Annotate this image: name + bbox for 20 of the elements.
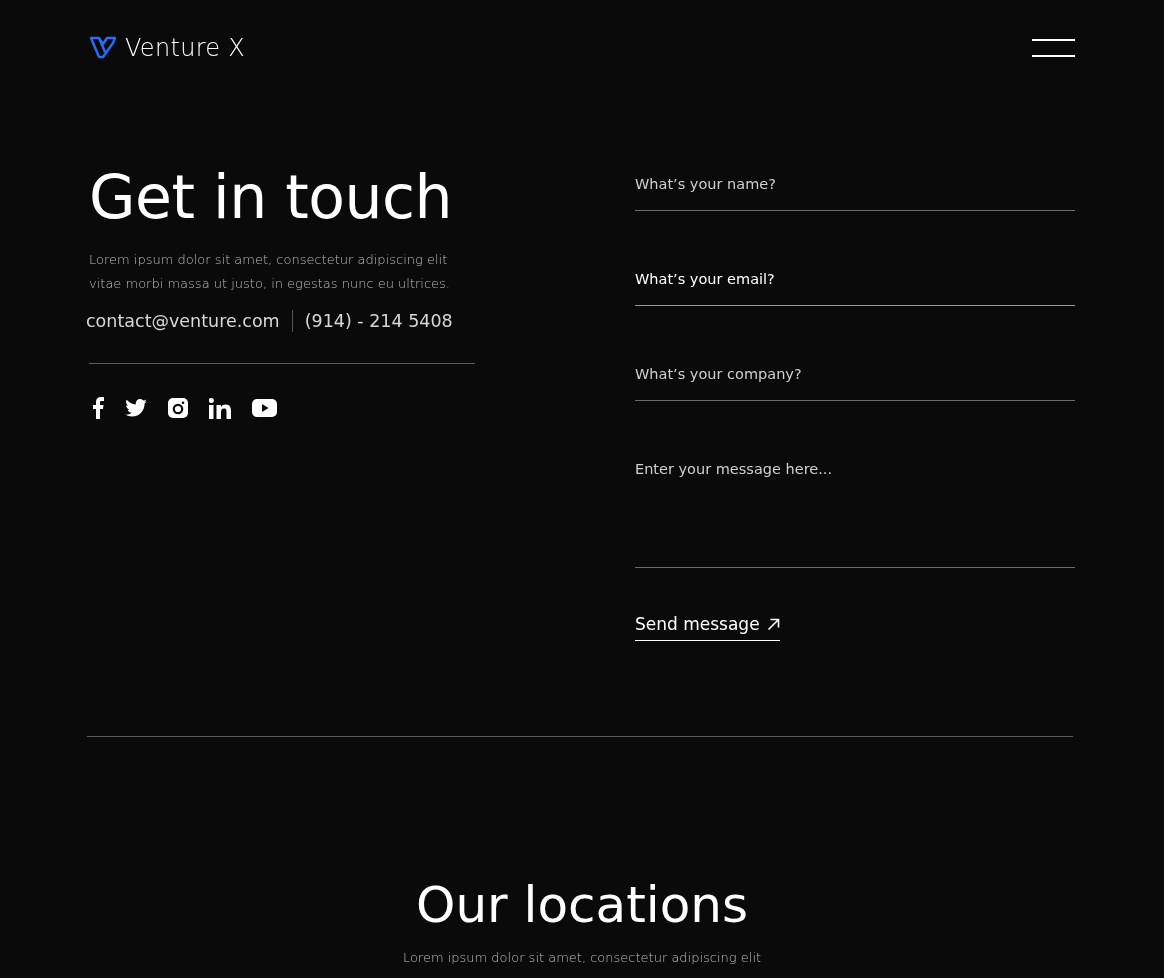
- input-field[interactable]: What’s your email?: [635, 265, 1075, 306]
- facebook-icon[interactable]: [92, 397, 104, 419]
- menu-icon[interactable]: [1032, 37, 1075, 58]
- description: Lorem ipsum dolor sit amet, consectetur adipiscing elit: [401, 949, 763, 967]
- instagram-icon[interactable]: [168, 398, 188, 418]
- twitter-icon[interactable]: [125, 399, 147, 417]
- youtube-icon[interactable]: [252, 399, 277, 417]
- input-field[interactable]: What’s your name?: [635, 170, 1075, 211]
- arrow-icon: [766, 617, 780, 631]
- brand-name[interactable]: Venture X: [125, 33, 246, 62]
- message-field[interactable]: Enter your message here...: [635, 455, 1075, 568]
- phone-link[interactable]: (914) - 214 5408: [304, 311, 453, 331]
- input-field[interactable]: What’s your company?: [635, 360, 1075, 401]
- section-title: Get in touch: [89, 161, 454, 234]
- logo-icon: [89, 34, 117, 61]
- send-button[interactable]: Send message: [635, 614, 780, 641]
- section-title: Our locations: [415, 875, 749, 935]
- email-link[interactable]: contact@venture.com: [86, 311, 280, 331]
- linkedin-icon[interactable]: [209, 397, 231, 419]
- description: Lorem ipsum dolor sit amet, consectetur adipiscing elit vitae morbi massa ut justo, in egestas nunc eu ultrices.: [89, 251, 451, 293]
